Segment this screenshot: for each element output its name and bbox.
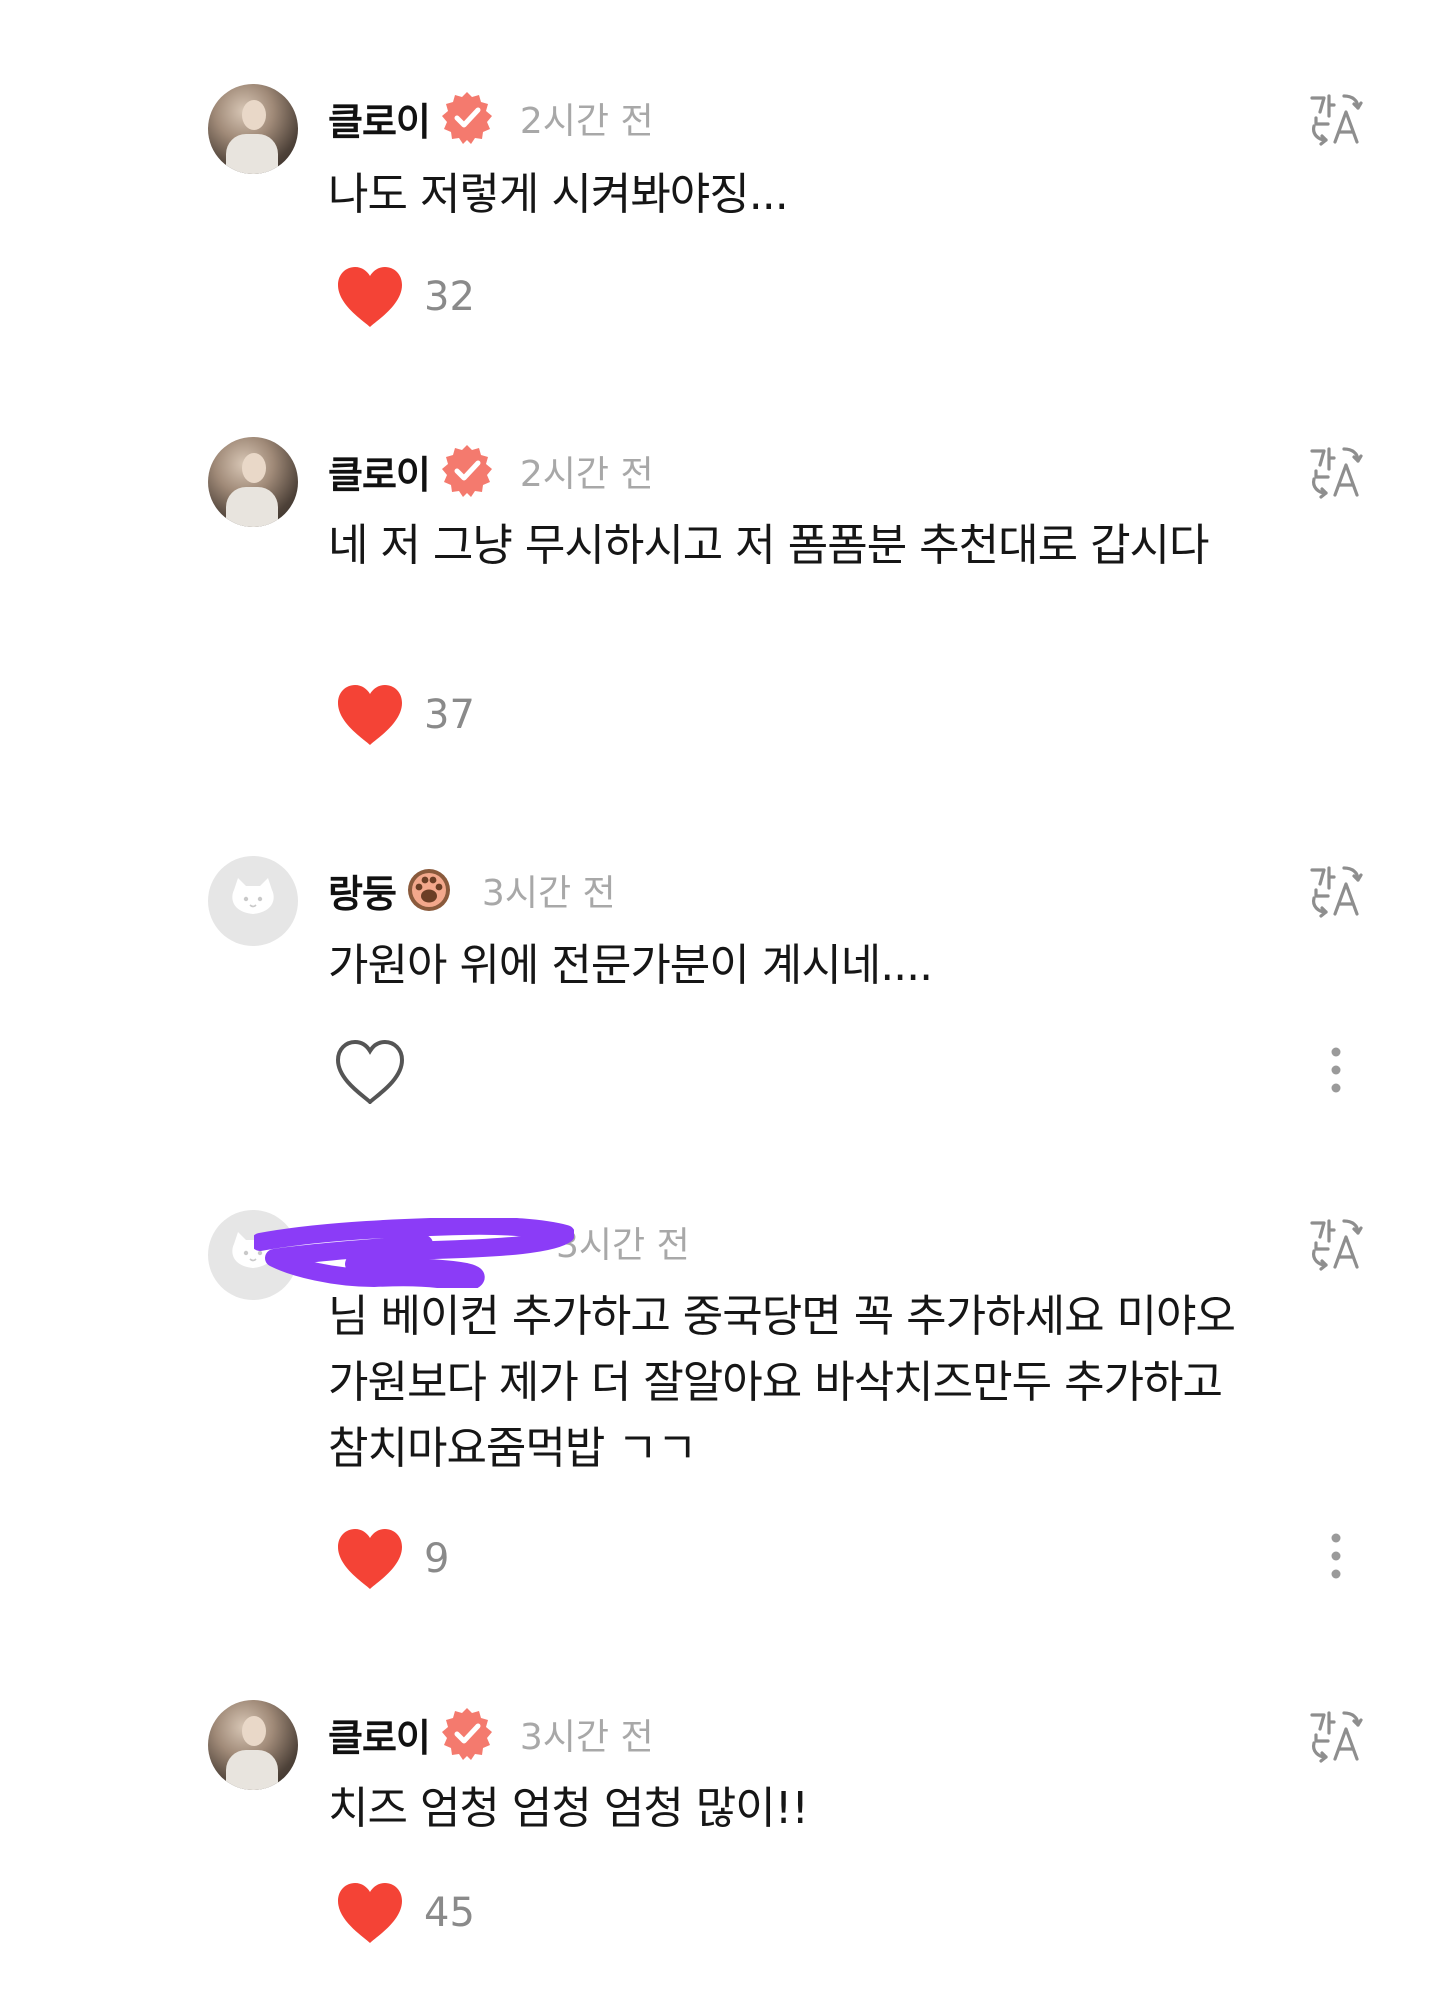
heart-icon[interactable] (334, 1527, 406, 1591)
like-button[interactable] (334, 1037, 424, 1107)
comment-header: 3시간 전 (556, 1212, 690, 1272)
comment-text: 치즈 엄청 엄청 엄청 많이!! (328, 1783, 809, 1834)
like-button[interactable]: 32 (334, 262, 475, 332)
like-button[interactable]: 37 (334, 680, 475, 750)
username[interactable]: 클로이 (328, 1707, 431, 1762)
like-count: 37 (424, 692, 475, 738)
like-button[interactable]: 9 (334, 1524, 449, 1594)
like-button[interactable]: 45 (334, 1878, 475, 1948)
heart-icon[interactable] (334, 683, 406, 747)
verified-icon (438, 442, 496, 500)
like-count: 45 (424, 1890, 475, 1936)
comment-header: 랑둥 3시간 전 (328, 860, 616, 920)
comment-header: 클로이 2시간 전 (328, 88, 654, 148)
timestamp: 2시간 전 (519, 101, 654, 142)
comment-header: 클로이 3시간 전 (328, 1704, 654, 1764)
heart-icon[interactable] (334, 1881, 406, 1945)
verified-icon (438, 89, 496, 147)
timestamp: 3시간 전 (481, 873, 616, 914)
comment-text: 네 저 그냥 무시하시고 저 폼폼분 추천대로 갑시다 (328, 520, 1210, 571)
paw-icon (407, 869, 450, 911)
username[interactable]: 클로이 (328, 444, 431, 499)
avatar[interactable] (208, 437, 298, 527)
heart-icon[interactable] (334, 265, 406, 329)
heart-outline-icon[interactable] (334, 1040, 406, 1104)
username[interactable]: 랑둥 (328, 863, 397, 918)
verified-icon (438, 1705, 496, 1763)
like-count: 9 (424, 1536, 450, 1582)
translate-icon[interactable] (1308, 1215, 1364, 1271)
comment-header: 클로이 2시간 전 (328, 441, 654, 501)
username[interactable]: 클로이 (328, 91, 431, 146)
more-icon[interactable] (1318, 1526, 1354, 1586)
timestamp: 3시간 전 (519, 1717, 654, 1758)
translate-icon[interactable] (1308, 1707, 1364, 1763)
avatar[interactable] (208, 1700, 298, 1790)
comment-text: 가원아 위에 전문가분이 계시네.... (328, 940, 933, 991)
comment-text: 님 베이컨 추가하고 중국당면 꼭 추가하세요 미야오 가원보다 제가 더 잘알… (328, 1291, 1236, 1474)
more-icon[interactable] (1318, 1040, 1354, 1100)
timestamp: 2시간 전 (519, 454, 654, 495)
translate-icon[interactable] (1308, 862, 1364, 918)
comment-text: 나도 저렇게 시켜봐야징... (328, 169, 789, 220)
redaction-scribble (254, 1218, 574, 1288)
avatar[interactable] (208, 856, 298, 946)
avatar[interactable] (208, 84, 298, 174)
timestamp: 3시간 전 (556, 1225, 690, 1266)
like-count: 32 (424, 274, 475, 320)
translate-icon[interactable] (1308, 443, 1364, 499)
translate-icon[interactable] (1308, 90, 1364, 146)
